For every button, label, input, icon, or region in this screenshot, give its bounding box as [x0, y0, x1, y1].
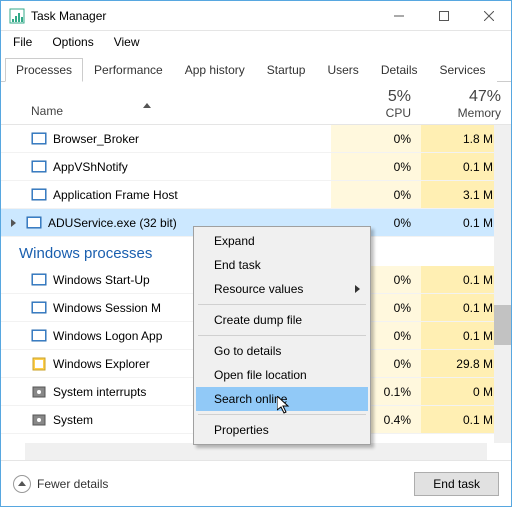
scroll-thumb[interactable]	[494, 305, 511, 345]
process-row[interactable]: Browser_Broker 0% 1.8 MB	[1, 125, 511, 153]
menu-options[interactable]: Options	[44, 33, 101, 51]
expand-arrow-icon[interactable]	[11, 219, 16, 227]
window-title: Task Manager	[31, 9, 376, 23]
process-icon	[31, 272, 47, 288]
menu-view[interactable]: View	[106, 33, 148, 51]
menu-file[interactable]: File	[5, 33, 40, 51]
ctx-resource-values[interactable]: Resource values	[196, 277, 368, 301]
tab-services[interactable]: Services	[429, 58, 497, 82]
maximize-button[interactable]	[421, 1, 466, 31]
process-row[interactable]: Application Frame Host 0% 3.1 MB	[1, 181, 511, 209]
process-icon	[26, 215, 42, 231]
chevron-up-icon	[13, 475, 31, 493]
minimize-button[interactable]	[376, 1, 421, 31]
ctx-go-to-details[interactable]: Go to details	[196, 339, 368, 363]
close-button[interactable]	[466, 1, 511, 31]
fewer-details-button[interactable]: Fewer details	[13, 475, 108, 493]
task-manager-window: Task Manager File Options View Processes…	[0, 0, 512, 507]
process-icon	[31, 356, 47, 372]
process-icon	[31, 131, 47, 147]
tab-users[interactable]: Users	[316, 58, 369, 82]
ctx-create-dump[interactable]: Create dump file	[196, 308, 368, 332]
process-icon	[31, 412, 47, 428]
app-icon	[9, 8, 25, 24]
tab-performance[interactable]: Performance	[83, 58, 174, 82]
ctx-separator	[198, 335, 366, 336]
process-icon	[31, 159, 47, 175]
tab-app-history[interactable]: App history	[174, 58, 256, 82]
tabstrip: Processes Performance App history Startu…	[1, 57, 511, 82]
col-memory[interactable]: 47% Memory	[411, 88, 501, 120]
tab-startup[interactable]: Startup	[256, 58, 317, 82]
tab-processes[interactable]: Processes	[5, 58, 83, 82]
process-icon	[31, 187, 47, 203]
column-headers: Name 5% CPU 47% Memory	[1, 82, 511, 125]
col-name[interactable]: Name	[31, 104, 63, 118]
ctx-end-task[interactable]: End task	[196, 253, 368, 277]
ctx-separator	[198, 304, 366, 305]
mouse-cursor-icon	[277, 396, 293, 416]
ctx-properties[interactable]: Properties	[196, 418, 368, 442]
horizontal-scrollbar[interactable]	[25, 443, 487, 460]
sort-indicator-icon	[143, 103, 151, 108]
ctx-open-file-location[interactable]: Open file location	[196, 363, 368, 387]
menubar: File Options View	[1, 31, 511, 53]
footer: Fewer details End task	[1, 460, 511, 506]
col-cpu[interactable]: 5% CPU	[321, 88, 411, 120]
titlebar[interactable]: Task Manager	[1, 1, 511, 31]
end-task-button[interactable]: End task	[414, 472, 499, 496]
ctx-expand[interactable]: Expand	[196, 229, 368, 253]
vertical-scrollbar[interactable]	[494, 125, 511, 443]
process-row[interactable]: AppVShNotify 0% 0.1 MB	[1, 153, 511, 181]
process-icon	[31, 328, 47, 344]
tab-details[interactable]: Details	[370, 58, 429, 82]
process-icon	[31, 300, 47, 316]
process-icon	[31, 384, 47, 400]
